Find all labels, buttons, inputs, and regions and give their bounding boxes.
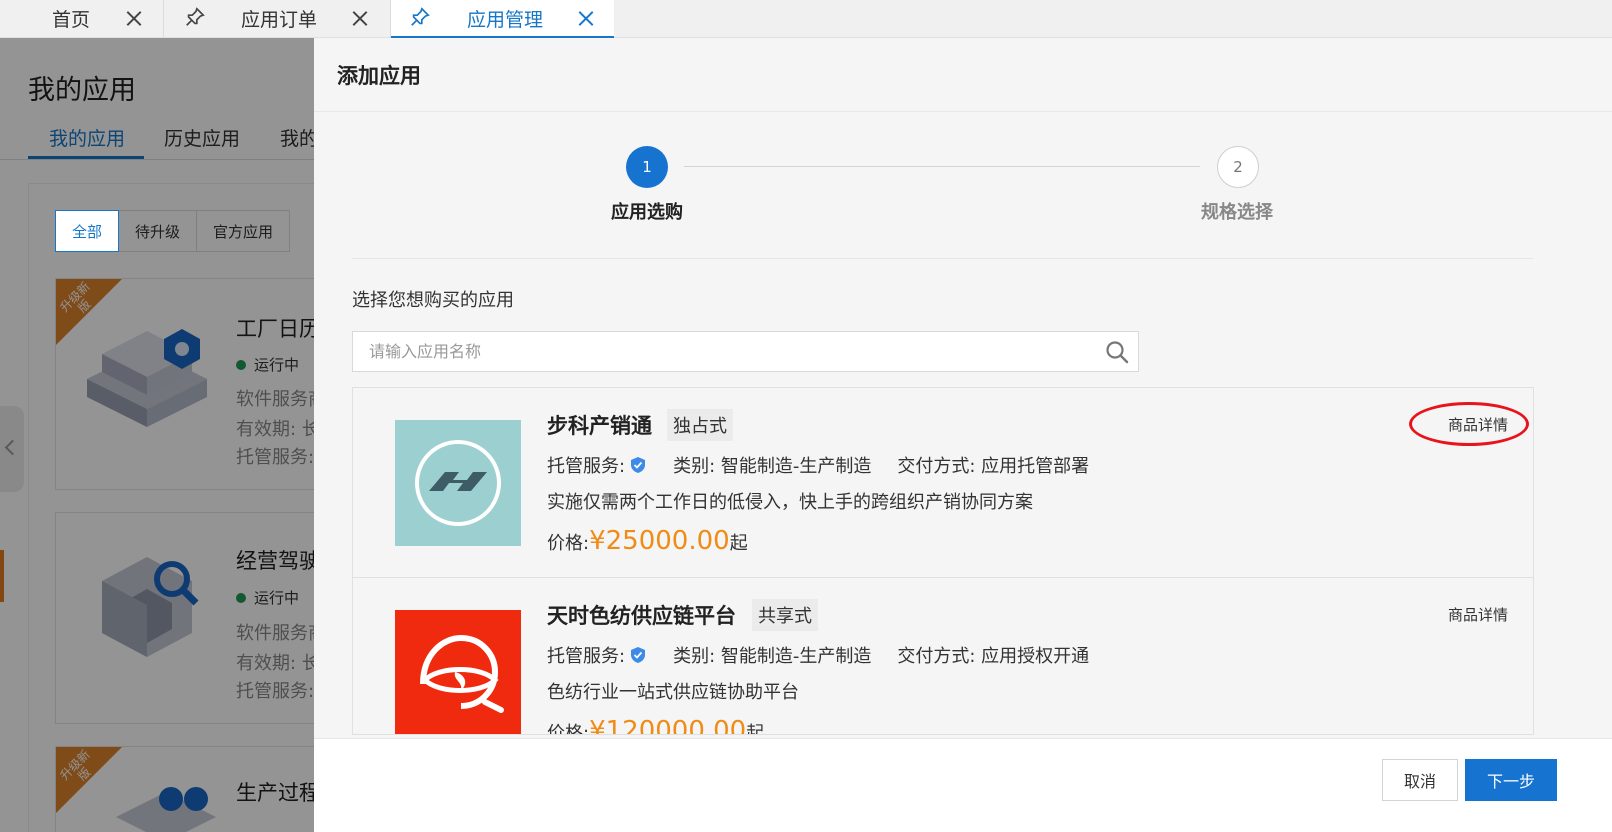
price-value: ¥25000.00 <box>589 526 730 556</box>
catalog-item[interactable]: 步科产销通 独占式 托管服务: 类别: 智能制造-生产制造 交付方式: 应用托管… <box>353 388 1533 578</box>
select-prompt: 选择您想购买的应用 <box>352 290 514 311</box>
step-2-circle: 2 <box>1217 146 1259 188</box>
app-description: 实施仅需两个工作日的低侵入，快上手的跨组织产销协同方案 <box>547 492 1033 513</box>
step-1-label: 应用选购 <box>611 202 683 223</box>
price-row: 价格: ¥120000.00 起 <box>547 716 765 735</box>
category-text: 类别: 智能制造-生产制造 <box>673 646 872 667</box>
tab-home-label: 首页 <box>52 9 91 31</box>
next-step-button[interactable]: 下一步 <box>1465 759 1557 801</box>
product-detail-link[interactable]: 商品详情 <box>1448 414 1508 435</box>
app-logo <box>395 420 521 546</box>
price-row: 价格: ¥25000.00 起 <box>547 526 748 556</box>
tab-app-orders-label: 应用订单 <box>241 9 318 31</box>
step-connector <box>684 166 1200 167</box>
app-description: 色纺行业一站式供应链协助平台 <box>547 682 799 703</box>
add-app-drawer: 添加应用 1 2 应用选购 规格选择 选择您想购买的应用 步科产销通 独占式 托… <box>314 38 1612 832</box>
tab-home[interactable]: 首页 <box>0 0 163 38</box>
product-detail-link[interactable]: 商品详情 <box>1448 604 1508 625</box>
search-icon[interactable] <box>1105 340 1129 364</box>
app-meta: 托管服务: 类别: 智能制造-生产制造 交付方式: 应用托管部署 <box>547 452 1089 478</box>
deployment-mode-tag: 独占式 <box>667 409 733 441</box>
hosting-label: 托管服务: <box>547 646 626 667</box>
price-suffix: 起 <box>746 723 765 735</box>
pin-icon[interactable] <box>409 6 431 28</box>
price-value: ¥120000.00 <box>589 716 747 735</box>
app-logo <box>395 610 521 734</box>
step-2-label: 规格选择 <box>1201 202 1273 223</box>
stepper: 1 2 应用选购 规格选择 <box>314 38 1612 223</box>
tab-bar: 首页 应用订单 应用管理 <box>0 0 1612 38</box>
cancel-button[interactable]: 取消 <box>1382 759 1458 801</box>
close-icon[interactable] <box>351 9 369 27</box>
deployment-mode-tag: 共享式 <box>752 599 818 631</box>
shield-check-icon <box>631 647 646 663</box>
pin-icon[interactable] <box>184 6 206 28</box>
modal-overlay[interactable] <box>0 38 330 832</box>
app-catalog-list: 步科产销通 独占式 托管服务: 类别: 智能制造-生产制造 交付方式: 应用托管… <box>352 387 1534 735</box>
app-meta: 托管服务: 类别: 智能制造-生产制造 交付方式: 应用授权开通 <box>547 642 1089 668</box>
price-label: 价格: <box>547 723 590 735</box>
section-divider <box>352 258 1533 259</box>
search-input[interactable] <box>353 332 1093 371</box>
search-box <box>352 331 1139 372</box>
price-label: 价格: <box>547 533 590 554</box>
drawer-footer: 取消 下一步 <box>314 738 1612 832</box>
app-name: 步科产销通 <box>547 414 652 438</box>
tab-app-orders[interactable]: 应用订单 <box>164 0 390 38</box>
delivery-text: 交付方式: 应用授权开通 <box>897 646 1090 667</box>
category-text: 类别: 智能制造-生产制造 <box>673 456 872 477</box>
shield-check-icon <box>631 457 646 473</box>
step-1-circle: 1 <box>626 146 668 188</box>
delivery-text: 交付方式: 应用托管部署 <box>897 456 1090 477</box>
catalog-item[interactable]: 天时色纺供应链平台 共享式 托管服务: 类别: 智能制造-生产制造 交付方式: … <box>353 578 1533 735</box>
tab-app-management[interactable]: 应用管理 <box>391 0 614 38</box>
tab-app-management-label: 应用管理 <box>467 9 544 31</box>
hosting-label: 托管服务: <box>547 456 626 477</box>
close-icon[interactable] <box>577 9 595 27</box>
filter-all[interactable]: 全部 <box>55 210 120 252</box>
price-suffix: 起 <box>729 533 748 554</box>
close-icon[interactable] <box>125 9 143 27</box>
app-name: 天时色纺供应链平台 <box>547 604 736 628</box>
